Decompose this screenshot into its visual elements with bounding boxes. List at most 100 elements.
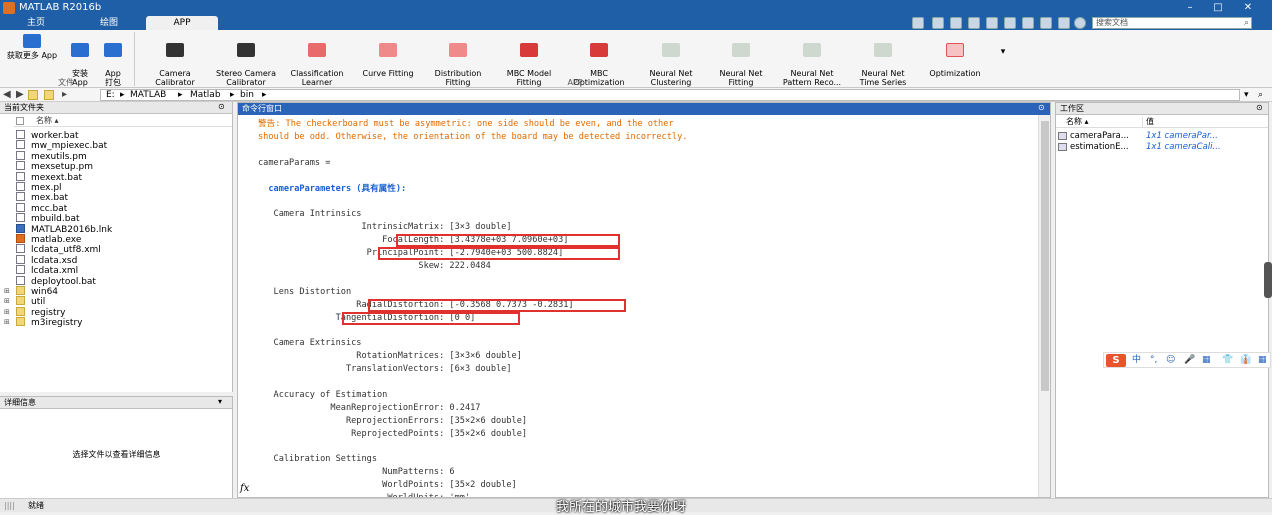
tab-plots[interactable]: 绘图 [72, 16, 146, 30]
file-item[interactable]: mex.bat [16, 192, 68, 203]
keyboard-icon[interactable]: ▦ [1202, 355, 1211, 366]
file-item[interactable]: deploytool.bat [16, 275, 96, 287]
help-icon[interactable] [1074, 17, 1086, 29]
file-item[interactable]: mexext.bat [16, 171, 82, 183]
file-item[interactable]: worker.bat [16, 130, 79, 141]
app-neural-net-clustering[interactable]: Neural Net Clustering [638, 32, 704, 87]
path-dropdown-icon[interactable]: ▾ [1244, 89, 1249, 101]
highlight-tangential-distortion [342, 311, 520, 325]
workspace-variable-row[interactable]: estimationE... 1x1 cameraCali... [1056, 142, 1268, 152]
toolbox-icon[interactable]: 👔 [1240, 355, 1251, 366]
path-segment[interactable]: Matlab [190, 89, 221, 101]
skin-icon[interactable]: 👕 [1222, 355, 1233, 366]
app-mbc-optimization[interactable]: MBC Optimization [568, 32, 630, 87]
search-placeholder: 搜索文档 [1096, 18, 1128, 27]
file-item[interactable]: mexsetup.pm [16, 161, 93, 172]
name-column-header[interactable]: 名称 ▴ [1066, 117, 1089, 127]
file-item[interactable]: mex.pl [16, 182, 62, 193]
path-segment[interactable]: E: [106, 89, 115, 101]
panel-menu-icon[interactable]: ⊙ [1038, 103, 1045, 112]
minimize-button[interactable]: – [1180, 1, 1200, 15]
details-panel: 详细信息 ▾ 选择文件以查看详细信息 [0, 396, 233, 498]
value-column-header[interactable]: 值 [1146, 117, 1154, 127]
file-item[interactable]: MATLAB2016b.lnk [16, 223, 112, 235]
panel-menu-icon[interactable]: ⊙ [1256, 103, 1263, 112]
maximize-button[interactable]: □ [1208, 1, 1228, 15]
name-column-header[interactable]: 名称 ▴ [14, 116, 232, 127]
grid-menu-icon[interactable]: ▦ [1258, 355, 1267, 366]
copy-icon[interactable] [968, 17, 980, 29]
app-camera-calibrator[interactable]: Camera Calibrator [146, 32, 204, 87]
expand-folder-icon[interactable]: ⊞ [4, 307, 10, 317]
command-window-scrollbar[interactable] [1038, 115, 1050, 497]
file-item[interactable]: mw_mpiexec.bat [16, 140, 107, 151]
panel-menu-icon[interactable]: ⊙ [218, 102, 225, 111]
browse-folder-icon[interactable] [44, 90, 54, 100]
tab-apps[interactable]: APP [146, 16, 218, 30]
forward-arrow-icon[interactable]: ▶ [16, 89, 24, 101]
app-stereo-camera-calibrator[interactable]: Stereo Camera Calibrator [210, 32, 282, 87]
collapse-details-icon[interactable]: ▾ [218, 397, 222, 406]
sogou-logo-icon[interactable]: S [1106, 354, 1126, 367]
path-segment[interactable]: MATLAB [130, 89, 166, 101]
paste-icon[interactable] [986, 17, 998, 29]
app-optimization[interactable]: Optimization [924, 32, 986, 78]
get-more-apps-button[interactable]: 获取更多 App [4, 32, 60, 76]
expand-folder-icon[interactable]: ⊞ [4, 296, 10, 306]
close-button[interactable]: ✕ [1238, 1, 1258, 15]
fx-prompt-icon[interactable]: fx [240, 483, 249, 494]
neural-net-icon [732, 43, 750, 57]
struct-variable-icon [1058, 143, 1067, 151]
folder-item[interactable]: ⊞ m3iregistry [4, 317, 83, 328]
redo-icon[interactable] [1022, 17, 1034, 29]
punctuation-icon[interactable]: °, [1150, 355, 1157, 366]
file-item[interactable]: mexutils.pm [16, 150, 87, 162]
file-item[interactable]: matlab.exe [16, 234, 81, 245]
workspace-variable-row[interactable]: cameraPara... 1x1 cameraPar... [1056, 131, 1268, 141]
path-segment[interactable]: bin [240, 89, 254, 101]
switch-windows-icon[interactable] [1040, 17, 1052, 29]
title-bar: MATLAB R2016b – □ ✕ [0, 0, 1272, 16]
up-folder-icon[interactable] [28, 90, 38, 100]
shortcut-icon [16, 223, 25, 233]
app-neural-net-fitting[interactable]: Neural Net Fitting [710, 32, 772, 87]
save-icon[interactable] [932, 17, 944, 29]
app-curve-fitting[interactable]: Curve Fitting [356, 32, 420, 78]
scrollbar-thumb[interactable] [1041, 121, 1049, 391]
current-path-field[interactable] [100, 89, 1240, 101]
install-app-button[interactable]: 安装 App [64, 32, 96, 87]
tab-home[interactable]: 主页 [0, 16, 72, 30]
search-path-icon[interactable]: ⌕ [1258, 89, 1263, 101]
folder-item[interactable]: ⊞ util [4, 296, 45, 307]
expand-apps-gallery-button[interactable]: ▾ [994, 32, 1012, 76]
app-distribution-fitting[interactable]: Distribution Fitting [428, 32, 488, 87]
file-item[interactable]: mcc.bat [16, 202, 67, 214]
command-window-output[interactable]: 警告: The checkerboard must be asymmetric:… [238, 115, 1038, 497]
community-icon[interactable] [1058, 17, 1070, 29]
app-classification-learner[interactable]: Classification Learner [284, 32, 350, 87]
highlight-radial-distortion [368, 298, 626, 312]
search-documentation-input[interactable]: 搜索文档 ⌕ [1092, 17, 1252, 29]
back-arrow-icon[interactable]: ◀ [3, 89, 11, 101]
side-grip-handle[interactable] [1264, 262, 1272, 298]
command-window[interactable]: 命令行窗口 ⊙ 警告: The checkerboard must be asy… [237, 102, 1051, 498]
chinese-mode-icon[interactable]: 中 [1132, 355, 1141, 366]
file-item[interactable]: lcdata_utf8.xml [16, 244, 101, 255]
app-neural-net-pattern-recognition[interactable]: Neural Net Pattern Reco... [780, 32, 844, 87]
microphone-icon[interactable]: 🎤 [1184, 355, 1195, 366]
emoji-icon[interactable]: ☺ [1166, 355, 1175, 366]
undo-icon[interactable] [1004, 17, 1016, 29]
file-item[interactable]: lcdata.xsd [16, 254, 77, 266]
cut-icon[interactable] [950, 17, 962, 29]
package-app-button[interactable]: App 打包 [98, 32, 128, 87]
file-item[interactable]: lcdata.xml [16, 265, 78, 276]
file-item[interactable]: mbuild.bat [16, 213, 80, 224]
app-mbc-model-fitting[interactable]: MBC Model Fitting [498, 32, 560, 87]
app-neural-net-time-series[interactable]: Neural Net Time Series [852, 32, 914, 87]
layout-icon[interactable] [912, 17, 924, 29]
folder-item[interactable]: ⊞ win64 [4, 286, 58, 297]
expand-folder-icon[interactable]: ⊞ [4, 317, 10, 327]
search-icon[interactable]: ⌕ [1244, 18, 1249, 28]
folder-item[interactable]: ⊞ registry [4, 306, 66, 318]
expand-folder-icon[interactable]: ⊞ [4, 286, 10, 296]
